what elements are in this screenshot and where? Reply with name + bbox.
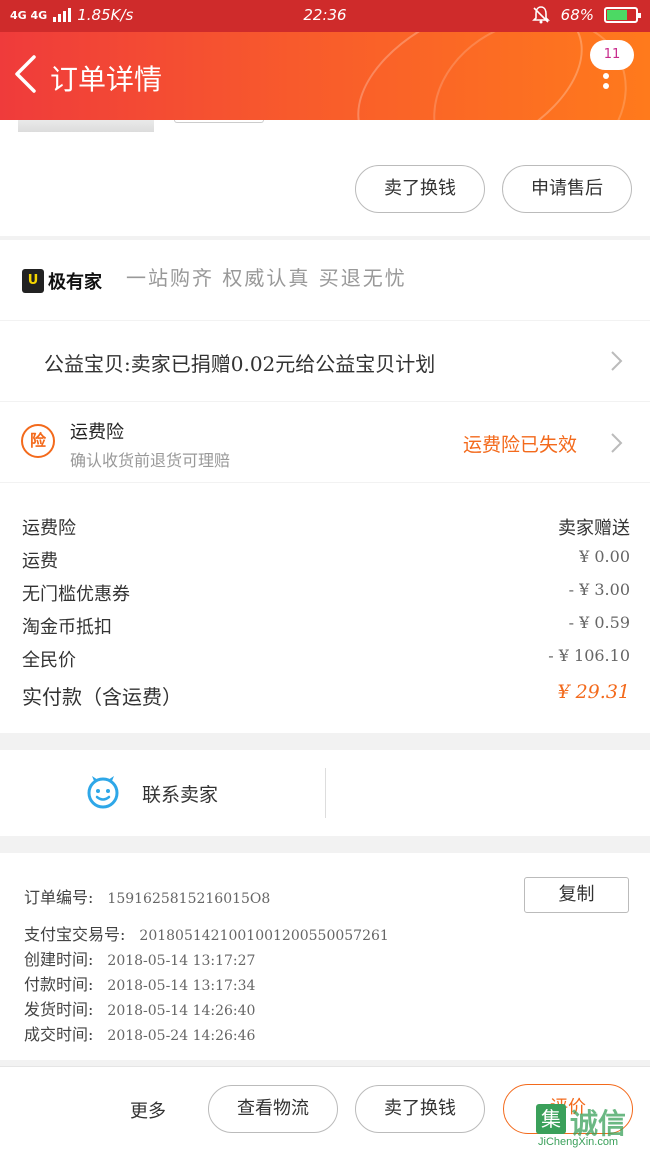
sku-tag [174, 120, 264, 123]
order-number-value: 1591625815216015O8 [107, 891, 271, 907]
chevron-right-icon [609, 432, 623, 454]
jiyoujia-brand: 极有家 [48, 272, 102, 293]
sell-for-cash-button[interactable]: 卖了换钱 [355, 165, 485, 213]
alipay-trade-number: 支付宝交易号: 2018051421001001200550057261 [24, 921, 389, 945]
sell-for-cash-bottom-button[interactable]: 卖了换钱 [355, 1085, 485, 1133]
fee-value: - ¥ 106.10 [548, 646, 630, 665]
created-time: 创建时间: 2018-05-14 13:17:27 [24, 946, 255, 970]
after-sales-button[interactable]: 申请售后 [502, 165, 632, 213]
bell-muted-icon [531, 6, 550, 24]
completed-label: 成交时间: [24, 1025, 94, 1044]
view-logistics-button[interactable]: 查看物流 [208, 1085, 338, 1133]
alipay-value: 2018051421001001200550057261 [139, 928, 389, 944]
total-label: 实付款（含运费） [22, 685, 182, 709]
chevron-left-icon [15, 55, 36, 93]
fee-label: 淘金币抵扣 [22, 617, 112, 638]
fee-row: 运费 ¥ 0.00 [22, 547, 630, 575]
created-value: 2018-05-14 13:17:27 [107, 953, 256, 969]
order-number-label: 订单编号: [24, 888, 94, 907]
shipped-time: 发货时间: 2018-05-14 14:26:40 [24, 996, 255, 1020]
total-row: 实付款（含运费） ¥ 29.31 [22, 681, 630, 709]
jiyoujia-logo-icon: U [22, 269, 44, 293]
total-value: ¥ 29.31 [557, 681, 630, 703]
fee-label: 无门槛优惠券 [22, 584, 130, 605]
insurance-icon: 险 [21, 424, 55, 458]
divider [325, 768, 326, 818]
insurance-subtitle: 确认收货前退货可理赔 [70, 451, 231, 470]
fee-value: 卖家赠送 [558, 518, 630, 539]
alipay-label: 支付宝交易号: [24, 925, 126, 944]
charity-text: 公益宝贝:卖家已捐赠0.02元给公益宝贝计划 [44, 352, 436, 376]
fee-value: - ¥ 3.00 [568, 580, 630, 599]
insurance-title: 运费险 [70, 422, 124, 443]
page-title: 订单详情 [50, 63, 163, 96]
created-label: 创建时间: [24, 950, 94, 969]
back-button[interactable] [12, 54, 40, 98]
contact-seller-button[interactable]: 联系卖家 [142, 780, 218, 807]
fee-label: 运费险 [22, 518, 76, 539]
chevron-right-icon [609, 350, 623, 372]
header-bar: 订单详情 11 [0, 32, 650, 120]
shipped-label: 发货时间: [24, 1000, 94, 1019]
paid-label: 付款时间: [24, 975, 94, 994]
fee-value: - ¥ 0.59 [568, 613, 630, 632]
fee-row: 淘金币抵扣 - ¥ 0.59 [22, 613, 630, 641]
battery-percent: 68% [560, 6, 594, 24]
shipped-value: 2018-05-14 14:26:40 [107, 1003, 256, 1019]
watermark-logo-icon: 集 [536, 1104, 566, 1134]
watermark-url: JiChengXin.com [538, 1136, 619, 1148]
more-button[interactable]: 更多 [130, 1097, 166, 1123]
fee-row: 运费险 卖家赠送 [22, 514, 630, 542]
site-watermark: 集 诚信 JiChengXin.com [536, 1104, 646, 1152]
insurance-status: 运费险已失效 [463, 434, 578, 456]
paid-time: 付款时间: 2018-05-14 13:17:34 [24, 971, 255, 995]
chat-bubble-icon[interactable] [86, 775, 120, 809]
fee-row: 无门槛优惠券 - ¥ 3.00 [22, 580, 630, 608]
copy-button[interactable]: 复制 [524, 877, 629, 913]
order-number: 订单编号: 1591625815216015O8 [24, 884, 270, 908]
product-thumbnail[interactable] [18, 120, 154, 132]
completed-value: 2018-05-24 14:26:46 [107, 1028, 256, 1044]
message-bubble[interactable]: 11 [590, 40, 634, 70]
fee-label: 运费 [22, 551, 58, 572]
paid-value: 2018-05-14 13:17:34 [107, 978, 256, 994]
fee-value: ¥ 0.00 [579, 547, 630, 566]
more-menu-icon[interactable] [603, 73, 609, 93]
fee-label: 全民价 [22, 650, 76, 671]
jiyoujia-slogan: 一站购齐 权威认真 买退无忧 [126, 266, 407, 290]
jiyoujia-logo: U 极有家 [22, 268, 102, 294]
status-bar: 4G 4G 1.85K/s 22:36 68% [0, 0, 650, 32]
completed-time: 成交时间: 2018-05-24 14:26:46 [24, 1021, 255, 1045]
fee-row: 全民价 - ¥ 106.10 [22, 646, 630, 674]
battery-icon [604, 7, 641, 23]
